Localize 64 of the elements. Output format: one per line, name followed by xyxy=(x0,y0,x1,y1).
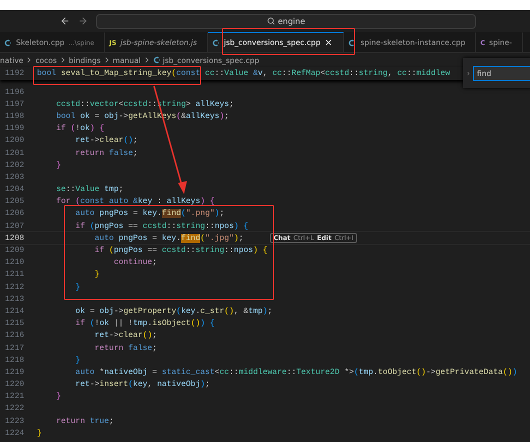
line-number: 1192 xyxy=(4,69,26,78)
line-number: 1197 xyxy=(4,100,26,109)
code-line: auto pngPos = key.find(".jpg"); xyxy=(94,234,244,243)
line-number: 1204 xyxy=(4,185,26,194)
code-line: if (!ok || !tmp.isObject()) { xyxy=(74,319,215,328)
search-icon xyxy=(266,17,275,25)
line-number: 1213 xyxy=(4,294,26,304)
line-number: 1219 xyxy=(4,368,26,377)
code-line: return true; xyxy=(55,416,114,426)
close-icon[interactable] xyxy=(324,38,334,47)
command-search-field[interactable]: engine xyxy=(96,14,476,28)
code-line: return false; xyxy=(94,344,158,353)
code-line: auto *nativeObj = static_cast<cc::middleware::Texture2D *>(tmp.toObject()->getPrivateData()) xyxy=(74,368,518,377)
line-number: 1212 xyxy=(4,282,26,292)
line-number: 1209 xyxy=(4,246,26,256)
code-line: } xyxy=(37,428,42,438)
line-number: 1205 xyxy=(4,197,26,206)
line-number: 1199 xyxy=(4,124,26,134)
forward-arrow-icon[interactable] xyxy=(78,16,88,26)
code-line: bool seval_to_Map_string_key(const cc::Value &v, cc::RefMap<ccstd::string, cc::middlew xyxy=(37,69,450,78)
code-line: se::Value tmp; xyxy=(55,185,124,194)
cpp-file-icon xyxy=(212,38,220,46)
line-number: 1217 xyxy=(4,344,26,353)
line-number: 1208 xyxy=(4,234,26,243)
line-number: 1211 xyxy=(4,270,26,280)
code-line: auto pngPos = key.find(".png"); xyxy=(74,209,224,218)
code-line: continue; xyxy=(112,258,158,268)
cpp-file-icon xyxy=(4,38,12,46)
line-number: 1201 xyxy=(4,148,26,158)
line-number: 1198 xyxy=(4,112,26,121)
line-number: 1210 xyxy=(4,258,26,268)
line-number: 1215 xyxy=(4,319,26,328)
code-line: } xyxy=(55,160,62,170)
code-line: } xyxy=(74,356,80,365)
line-number: 1207 xyxy=(4,222,26,231)
line-number: 1203 xyxy=(4,172,26,182)
code-line: ok = obj->getProperty(key.c_str(), &tmp); xyxy=(74,306,272,316)
back-arrow-icon[interactable] xyxy=(60,16,70,26)
code-line: if (pngPos == ccstd::string::npos) { xyxy=(94,246,268,256)
line-number: 1218 xyxy=(4,356,26,365)
code-line: ret->clear(); xyxy=(74,136,138,146)
code-line: ret->insert(key, nativeObj); xyxy=(74,380,210,390)
line-number: 1222 xyxy=(4,404,26,414)
code-line: if (pngPos == ccstd::string::npos) { xyxy=(74,222,248,231)
line-number: 1220 xyxy=(4,380,26,390)
line-number: 1223 xyxy=(4,416,26,426)
code-line: } xyxy=(74,282,80,292)
line-number: 1224 xyxy=(4,428,26,438)
code-line: return false; xyxy=(74,148,138,158)
code-line: ret->clear(); xyxy=(94,331,158,340)
line-number: 1221 xyxy=(4,392,26,402)
cpp-file-icon xyxy=(152,56,161,64)
line-number: 1202 xyxy=(4,160,26,170)
line-number: 1200 xyxy=(4,136,26,146)
code-line: } xyxy=(55,392,62,402)
code-line: if (!ok) { xyxy=(55,124,104,134)
line-number: 1196 xyxy=(4,88,26,97)
code-line: } xyxy=(94,270,100,280)
line-number: 1206 xyxy=(4,209,26,218)
code-line: for (const auto &key : allKeys) { xyxy=(55,197,215,206)
line-number: 1216 xyxy=(4,331,26,340)
cpp-file-icon xyxy=(348,38,356,46)
line-number: 1214 xyxy=(4,306,26,316)
search-text: engine xyxy=(278,16,306,26)
